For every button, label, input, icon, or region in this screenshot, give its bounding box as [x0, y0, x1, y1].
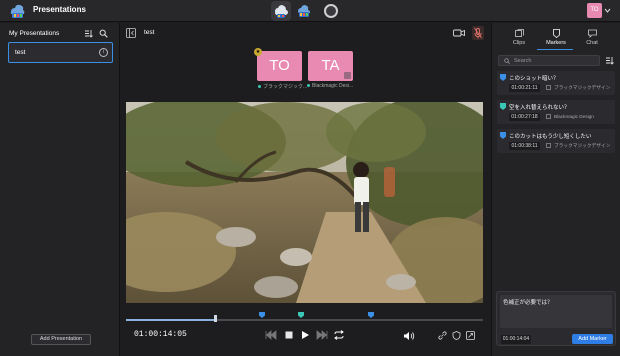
tab-markers[interactable]: Markers — [537, 29, 575, 49]
presentation-name: test — [15, 49, 26, 56]
marker-author: ブラックマジックデザイン — [554, 85, 611, 90]
volume-icon[interactable] — [403, 331, 415, 341]
author-icon — [546, 85, 551, 90]
right-panel: Clips Markers Chat このショット暗い？ 01:00:21:11… — [491, 23, 620, 356]
marker-card[interactable]: このカットはもう少し短くしたい 01:00:38:11 ブラックマジックデザイン — [497, 129, 615, 153]
presentation-item[interactable]: test i — [8, 42, 113, 63]
skip-forward-icon[interactable] — [316, 330, 328, 340]
participant-tile[interactable]: TO ★ — [254, 48, 302, 81]
marker-icon — [552, 29, 560, 38]
timeline-marker-icon[interactable] — [367, 312, 374, 318]
marker-text: 空を入れ替えられない？ — [509, 105, 570, 111]
page-title: test — [144, 29, 155, 36]
app-logo-icon — [10, 4, 25, 18]
marker-composer: 色補正が必要では？ 01:00:14:04 Add Marker — [496, 291, 616, 346]
author-icon — [546, 143, 551, 148]
marker-card[interactable]: 空を入れ替えられない？ 01:00:27:18 Blackmagic Desig… — [497, 100, 615, 124]
marker-card[interactable]: このショット暗い？ 01:00:21:11 ブラックマジックデザイン — [497, 71, 615, 95]
tab-chat[interactable]: Chat — [573, 29, 611, 49]
timeline-marker-icon[interactable] — [258, 312, 265, 318]
timeline-progress — [126, 319, 216, 321]
shield-icon[interactable] — [452, 331, 461, 340]
sort-icon[interactable] — [605, 56, 614, 65]
video-viewer[interactable] — [126, 102, 483, 303]
author-icon — [546, 114, 551, 119]
marker-author: ブラックマジックデザイン — [554, 143, 611, 148]
composer-timecode: 01:00:14:04 — [501, 335, 531, 344]
marker-text: このカットはもう少し短くしたい — [509, 134, 592, 140]
online-dot-icon — [258, 85, 261, 89]
main-area: test TO ★ ブラックマジック... TA Blackmagic Desi… — [121, 23, 490, 356]
panel-toggle-icon[interactable] — [126, 28, 136, 38]
toolbar-center — [271, 1, 338, 21]
cloud-storage-icon[interactable] — [271, 1, 291, 21]
fullscreen-icon[interactable] — [466, 331, 475, 340]
search-icon — [504, 58, 510, 64]
tab-label: Chat — [586, 40, 598, 46]
camera-icon[interactable] — [453, 28, 465, 38]
microphone-muted-icon[interactable] — [472, 26, 484, 40]
marker-pin-icon — [500, 103, 506, 110]
skip-back-icon[interactable] — [265, 330, 277, 340]
search-input[interactable] — [514, 57, 598, 65]
playhead[interactable] — [213, 315, 217, 322]
tab-label: Markers — [546, 40, 566, 46]
marker-timecode[interactable]: 01:00:21:11 — [509, 84, 540, 92]
presentations-icon[interactable] — [297, 4, 311, 18]
comment-input[interactable]: 色補正が必要では？ — [500, 295, 612, 328]
current-timecode: 01:00:14:05 — [134, 330, 187, 339]
add-marker-button[interactable]: Add Marker — [572, 334, 613, 344]
marker-timecode[interactable]: 01:00:38:11 — [509, 142, 540, 150]
participant-label: ブラックマジック... — [258, 83, 307, 90]
chat-icon — [587, 29, 597, 38]
participant-mic-icon — [344, 72, 351, 79]
timeline-scrubber[interactable] — [126, 319, 483, 321]
add-presentation-button[interactable]: Add Presentation — [31, 334, 91, 345]
host-badge-icon: ★ — [254, 48, 262, 56]
marker-pin-icon — [500, 74, 506, 81]
tab-label: Clips — [512, 40, 526, 46]
sidebar: My Presentations test i Add Presentation — [0, 23, 120, 356]
active-tab-indicator — [537, 49, 573, 50]
tab-clips[interactable]: Clips — [500, 29, 538, 49]
app-title: Presentations — [33, 5, 86, 14]
marker-timecode[interactable]: 01:00:27:18 — [509, 113, 540, 121]
online-dot-icon — [307, 84, 310, 88]
user-avatar[interactable]: TO — [587, 3, 602, 18]
participant-name: ブラックマジック... — [263, 84, 308, 90]
chevron-down-icon[interactable] — [604, 7, 611, 14]
marker-text: このショット暗い？ — [509, 76, 559, 82]
sidebar-heading: My Presentations — [9, 30, 60, 37]
participant-name: Blackmagic Desi... — [312, 83, 354, 89]
marker-search[interactable] — [498, 55, 600, 66]
loop-icon[interactable] — [333, 330, 345, 340]
participant-label: Blackmagic Desi... — [307, 83, 353, 89]
marker-pin-icon — [500, 132, 506, 139]
search-icon[interactable] — [99, 29, 108, 38]
status-indicator-icon[interactable] — [324, 4, 338, 18]
timeline-marker-icon[interactable] — [297, 312, 304, 318]
sort-icon[interactable] — [84, 29, 93, 38]
info-icon[interactable]: i — [99, 48, 108, 57]
marker-author: Blackmagic Design — [554, 114, 594, 119]
clips-icon — [514, 29, 524, 37]
video-frame — [126, 102, 483, 303]
participant-initials: TA — [321, 57, 340, 74]
play-icon[interactable] — [300, 330, 310, 340]
stop-icon[interactable] — [284, 330, 294, 340]
participant-tile[interactable]: TA — [308, 51, 353, 81]
top-bar: Presentations TO — [0, 0, 620, 22]
participant-initials: TO — [269, 57, 290, 74]
link-icon[interactable] — [438, 331, 447, 340]
